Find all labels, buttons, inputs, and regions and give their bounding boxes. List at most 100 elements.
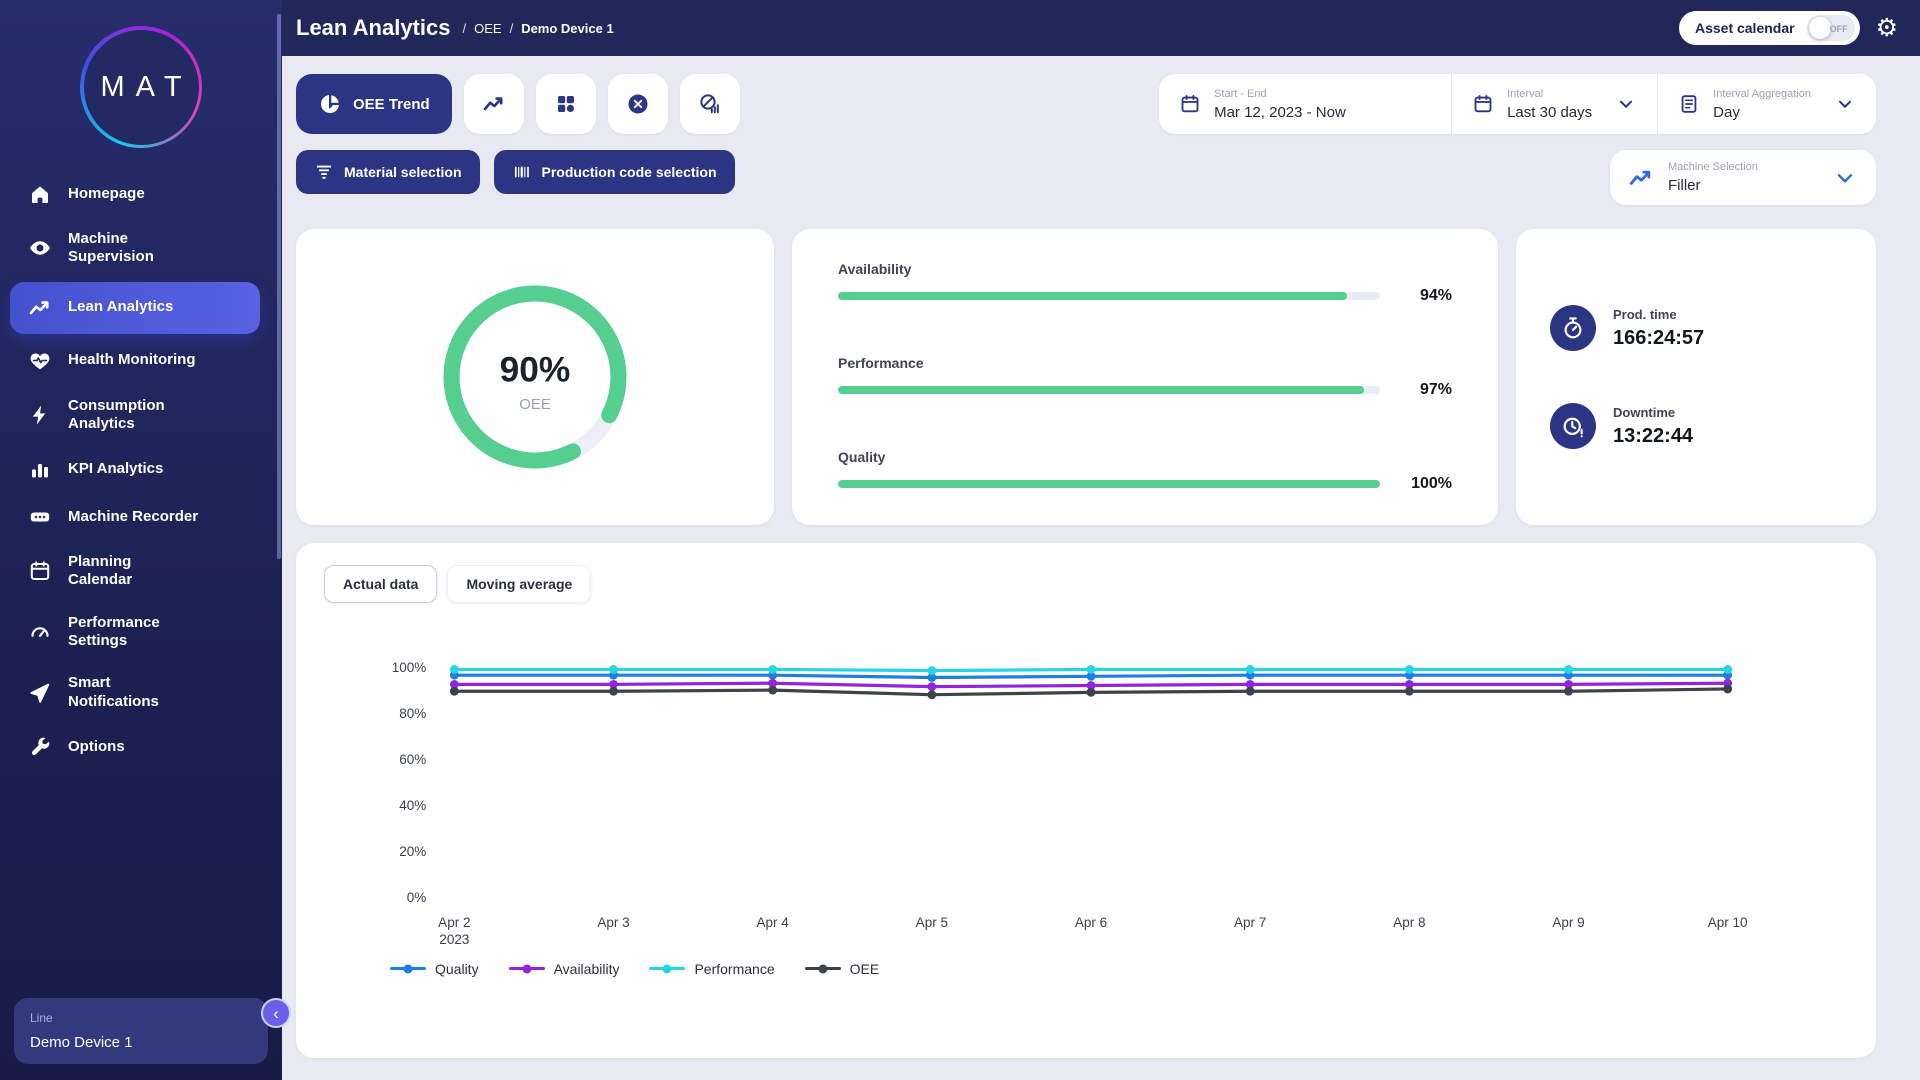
tab-actual-data[interactable]: Actual data <box>324 565 437 603</box>
sidebar-item-label: Smart Notifications <box>68 674 159 711</box>
sidebar-item-consumption-analytics[interactable]: Consumption Analytics <box>0 385 282 446</box>
legend-swatch <box>509 967 545 970</box>
sidebar-item-health-monitoring[interactable]: Health Monitoring <box>0 337 282 385</box>
start-end-selector[interactable]: Start - End Mar 12, 2023 - Now <box>1159 74 1451 134</box>
bolt-icon <box>28 403 52 427</box>
gauge-icon <box>28 620 52 644</box>
sidebar-item-label: Planning Calendar <box>68 553 132 590</box>
grid-view-button[interactable] <box>536 74 596 134</box>
sidebar-item-options[interactable]: Options <box>0 723 282 771</box>
svg-text:Apr 8: Apr 8 <box>1393 915 1425 930</box>
sidebar-item-smart-notifications[interactable]: Smart Notifications <box>0 662 282 723</box>
legend-swatch <box>390 967 426 970</box>
interval-selector[interactable]: Interval Last 30 days <box>1451 74 1657 134</box>
sidebar-item-homepage[interactable]: Homepage <box>0 170 282 218</box>
chart-legend: Quality Availability Performance OEE <box>390 961 1848 977</box>
chevron-down-icon <box>1615 93 1637 115</box>
device-name: Demo Device 1 <box>30 1034 252 1051</box>
sidebar-item-lean-analytics[interactable]: Lean Analytics <box>10 282 260 334</box>
toggle-state-label: OFF <box>1830 24 1848 34</box>
breadcrumb-oee[interactable]: OEE <box>474 21 501 36</box>
sidebar-item-label: Machine Recorder <box>68 508 198 526</box>
sidebar-item-planning-calendar[interactable]: Planning Calendar <box>0 541 282 602</box>
svg-text:Apr 3: Apr 3 <box>597 915 629 930</box>
downtime-icon <box>1560 413 1586 439</box>
legend-item-quality[interactable]: Quality <box>390 961 479 977</box>
close-circle-view-button[interactable] <box>608 74 668 134</box>
filters-row: Material selection Production code selec… <box>296 150 1876 205</box>
page-title: Lean Analytics <box>296 15 450 41</box>
progress-track <box>838 386 1380 394</box>
material-selection-label: Material selection <box>344 164 462 180</box>
settings-gear-icon[interactable]: ⚙ <box>1876 16 1898 41</box>
breadcrumb-separator: / <box>510 21 514 36</box>
kpi-bar-performance: Performance97% <box>838 355 1452 399</box>
oee-gauge-card: 90%OEE <box>296 229 774 525</box>
legend-swatch <box>805 967 841 970</box>
svg-text:Apr 10: Apr 10 <box>1708 915 1748 930</box>
line-chart-icon <box>482 92 506 116</box>
breadcrumb-device[interactable]: Demo Device 1 <box>521 21 614 36</box>
sidebar-scrollbar[interactable] <box>277 14 281 559</box>
legend-item-performance[interactable]: Performance <box>649 961 774 977</box>
tab-moving-average[interactable]: Moving average <box>447 565 591 603</box>
legend-item-oee[interactable]: OEE <box>805 961 880 977</box>
legend-label: Availability <box>554 961 620 977</box>
sidebar-item-machine-recorder[interactable]: Machine Recorder <box>0 493 282 541</box>
app-root: MAT HomepageMachine SupervisionLean Anal… <box>0 0 1920 1080</box>
health-icon <box>28 349 52 373</box>
stat-icon-circle <box>1550 403 1596 449</box>
sidebar-item-label: Consumption Analytics <box>68 397 165 434</box>
svg-text:Apr 7: Apr 7 <box>1234 915 1266 930</box>
legend-swatch <box>649 967 685 970</box>
sidebar-collapse-button[interactable]: ‹ <box>261 998 291 1028</box>
stat-downtime: Downtime13:22:44 <box>1550 403 1842 449</box>
oee-trend-button[interactable]: OEE Trend <box>296 74 452 134</box>
stat-icon-circle <box>1550 305 1596 351</box>
machine-selection-dropdown[interactable]: Machine Selection Filler <box>1610 150 1876 205</box>
grid-icon <box>554 92 578 116</box>
kpi-bar-value: 100% <box>1398 475 1452 493</box>
sidebar-item-machine-supervision[interactable]: Machine Supervision <box>0 218 282 279</box>
line-chart-view-button[interactable] <box>464 74 524 134</box>
losses-view-button[interactable] <box>680 74 740 134</box>
production-code-label: Production code selection <box>542 164 717 180</box>
toggle-knob <box>1809 17 1831 39</box>
start-end-label: Start - End <box>1214 88 1346 100</box>
mat-logo-text: MAT <box>84 30 199 145</box>
material-selection-button[interactable]: Material selection <box>296 150 480 194</box>
kpi-bar-label: Performance <box>838 355 1452 371</box>
legend-label: Quality <box>435 961 479 977</box>
sidebar-item-kpi-analytics[interactable]: KPI Analytics <box>0 445 282 493</box>
asset-calendar-pill[interactable]: Asset calendar OFF <box>1679 11 1860 45</box>
chevron-down-icon <box>1832 165 1858 191</box>
sidebar-item-label: Homepage <box>68 185 145 203</box>
wrench-icon <box>28 735 52 759</box>
start-end-value: Mar 12, 2023 - Now <box>1214 104 1346 121</box>
eye-icon <box>28 236 52 260</box>
svg-text:80%: 80% <box>399 706 426 721</box>
device-card[interactable]: Line Demo Device 1 <box>14 998 268 1064</box>
time-stats-card: Prod. time166:24:57Downtime13:22:44 <box>1516 229 1876 525</box>
calendar-icon <box>1472 93 1494 115</box>
sidebar-item-performance-settings[interactable]: Performance Settings <box>0 602 282 663</box>
sidebar-item-label: KPI Analytics <box>68 460 163 478</box>
svg-text:Apr 6: Apr 6 <box>1075 915 1107 930</box>
kpi-bar-quality: Quality100% <box>838 449 1452 493</box>
chevron-down-icon <box>1834 93 1856 115</box>
kpi-bar-value: 94% <box>1398 287 1452 305</box>
doughnut-chart-icon <box>318 92 342 116</box>
recorder-icon <box>28 505 52 529</box>
machine-trend-icon <box>1628 165 1654 191</box>
production-code-selection-button[interactable]: Production code selection <box>494 150 735 194</box>
content: OEE Trend Start - End Mar 12, 2023 - Now <box>282 56 1920 1080</box>
aggregation-value: Day <box>1713 104 1811 121</box>
kpi-bar-label: Availability <box>838 261 1452 277</box>
sidebar: MAT Homepage Machine SupervisionLean Anal… <box>0 0 282 1080</box>
sidebar-item-label: Performance Settings <box>68 614 160 651</box>
topbar-right: Asset calendar OFF ⚙ <box>1679 11 1898 45</box>
aggregation-selector[interactable]: Interval Aggregation Day <box>1657 74 1876 134</box>
legend-item-availability[interactable]: Availability <box>509 961 620 977</box>
machine-selection-value: Filler <box>1668 177 1808 194</box>
asset-calendar-toggle[interactable]: OFF <box>1807 15 1855 41</box>
